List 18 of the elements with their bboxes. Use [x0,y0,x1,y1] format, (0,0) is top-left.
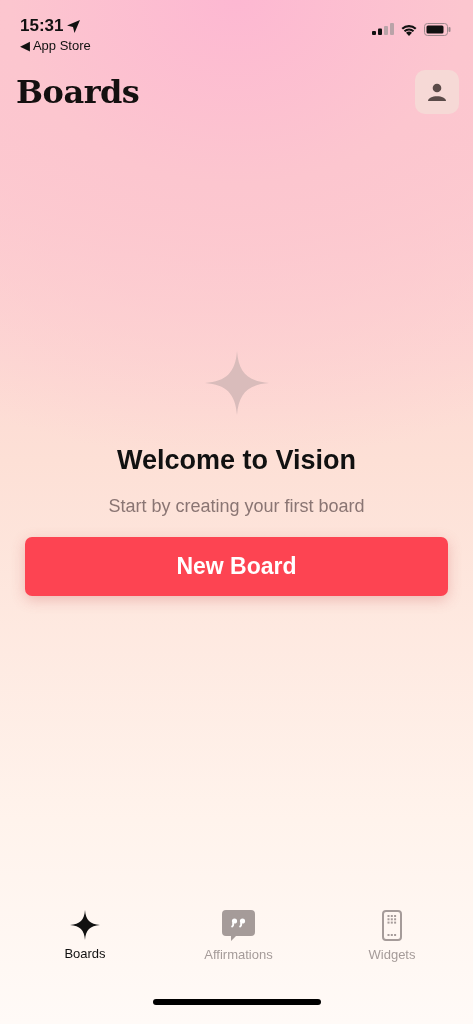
person-icon [428,83,446,101]
page-title: Boards [16,73,140,111]
tab[interactable]: Widgets [337,910,447,980]
tab[interactable]: Boards [30,910,140,980]
new-board-button[interactable]: New Board [25,537,448,596]
welcome-heading: Welcome to Vision [116,445,357,476]
welcome-subtitle: Start by creating your first board [108,496,365,517]
tab[interactable]: Affirmations [183,910,294,980]
phone-grid-icon [382,910,402,941]
status-time: 15:31 [20,16,91,36]
quote-bubble-icon [222,910,255,941]
profile-button[interactable] [415,70,459,114]
battery-icon [424,22,451,36]
location-arrow-icon [67,19,81,33]
signal-icon [372,23,394,35]
wifi-icon [400,22,418,36]
back-link[interactable]: ◀ App Store [20,38,91,53]
sparkle-icon [70,910,100,940]
